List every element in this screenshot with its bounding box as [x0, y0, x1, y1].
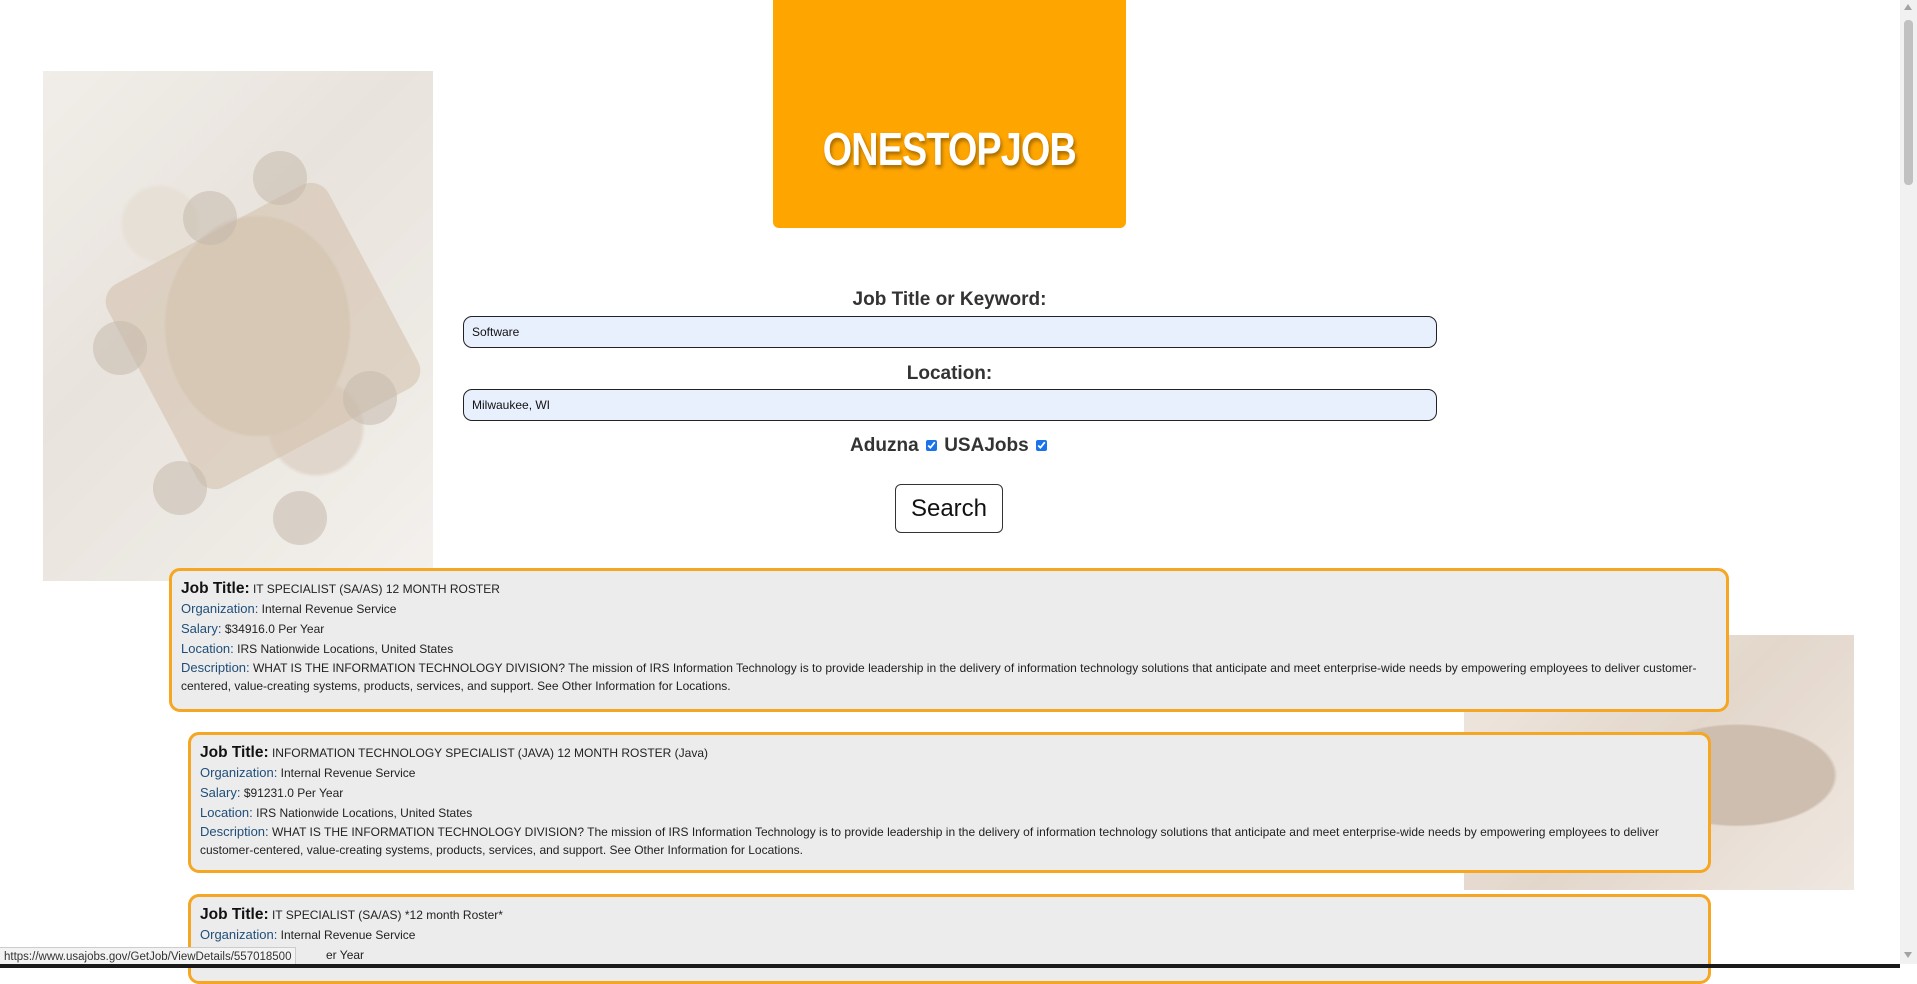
job-result-card[interactable]: Job Title: INFORMATION TECHNOLOGY SPECIA…: [188, 732, 1711, 873]
salary-value: er Year: [326, 948, 365, 962]
organization-value: Internal Revenue Service: [261, 602, 397, 616]
location-value: IRS Nationwide Locations, United States: [237, 642, 454, 656]
job-title-value: INFORMATION TECHNOLOGY SPECIALIST (JAVA)…: [271, 746, 709, 760]
description-value: WHAT IS THE INFORMATION TECHNOLOGY DIVIS…: [200, 825, 1659, 857]
scroll-thumb[interactable]: [1904, 20, 1913, 185]
aduzna-label: Aduzna: [850, 435, 919, 456]
scroll-up-icon[interactable]: [1904, 4, 1912, 10]
location-value: IRS Nationwide Locations, United States: [256, 806, 473, 820]
organization-value: Internal Revenue Service: [280, 928, 416, 942]
job-title-value: IT SPECIALIST (SA/AS) *12 month Roster*: [271, 908, 503, 922]
job-title-value: IT SPECIALIST (SA/AS) 12 MONTH ROSTER: [252, 582, 500, 596]
location-label: Location:: [200, 805, 253, 820]
organization-label: Organization:: [200, 927, 278, 942]
logo-text: ONESTOPJOB: [822, 123, 1077, 175]
organization-label: Organization:: [181, 601, 259, 616]
job-title-label: Job Title:: [181, 580, 250, 597]
keyword-label: Job Title or Keyword:: [852, 289, 1047, 310]
description-value: WHAT IS THE INFORMATION TECHNOLOGY DIVIS…: [181, 661, 1697, 693]
keyword-input[interactable]: [463, 316, 1437, 348]
salary-label: Salary:: [181, 621, 222, 636]
location-label: Location:: [181, 641, 234, 656]
organization-label: Organization:: [200, 765, 278, 780]
description-label: Description:: [181, 660, 250, 675]
source-options: Aduzna USAJobs: [463, 435, 1436, 457]
search-button[interactable]: Search: [895, 484, 1003, 533]
location-input[interactable]: [463, 389, 1437, 421]
aduzna-checkbox[interactable]: [925, 440, 937, 452]
job-result-card[interactable]: Job Title: IT SPECIALIST (SA/AS) *12 mon…: [188, 894, 1711, 984]
salary-label: Salary:: [200, 785, 241, 800]
job-title-label: Job Title:: [200, 744, 269, 761]
salary-value: $34916.0 Per Year: [224, 622, 325, 636]
page-scrollbar[interactable]: [1900, 0, 1917, 964]
usajobs-label: USAJobs: [944, 435, 1029, 456]
location-label: Location:: [906, 363, 993, 384]
salary-value: $91231.0 Per Year: [243, 786, 344, 800]
job-result-card[interactable]: Job Title: IT SPECIALIST (SA/AS) 12 MONT…: [169, 568, 1729, 712]
scroll-down-icon[interactable]: [1904, 952, 1912, 958]
team-meeting-photo: [43, 71, 433, 581]
site-logo: ONESTOPJOB: [773, 0, 1126, 228]
description-label: Description:: [200, 824, 269, 839]
usajobs-checkbox[interactable]: [1035, 440, 1047, 452]
window-bottom-edge: [0, 964, 1900, 968]
organization-value: Internal Revenue Service: [280, 766, 416, 780]
job-title-label: Job Title:: [200, 906, 269, 923]
